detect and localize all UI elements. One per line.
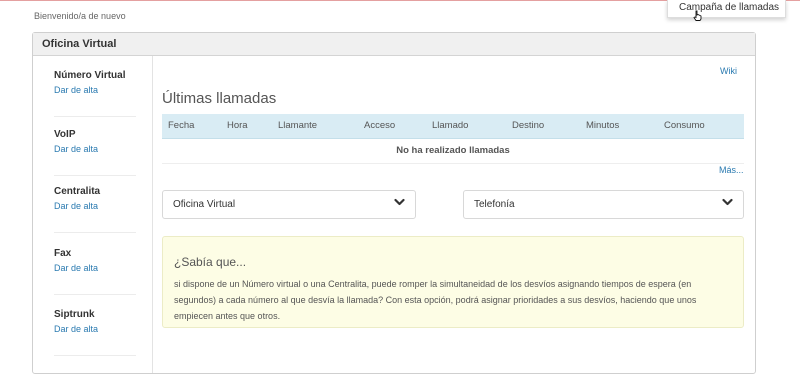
column-header-llamado: Llamado	[432, 120, 469, 131]
sidebar-item-fax: Fax Dar de alta	[54, 248, 136, 295]
select-value: Telefonía	[474, 199, 515, 210]
sidebar-item-siptrunk: Siptrunk Dar de alta	[54, 309, 136, 356]
sidebar-item-title: Siptrunk	[54, 309, 95, 320]
chevron-down-icon	[722, 198, 733, 206]
column-header-destino: Destino	[512, 120, 545, 131]
select-oficina-virtual[interactable]: Oficina Virtual	[162, 190, 416, 219]
sidebar-link-alta-siptrunk[interactable]: Dar de alta	[54, 324, 136, 334]
select-value: Oficina Virtual	[173, 199, 236, 210]
panel-title: Oficina Virtual	[33, 33, 755, 56]
calls-table-header: Fecha Hora Llamante Acceso Llamado Desti…	[162, 114, 744, 139]
wiki-link[interactable]: Wiki	[720, 66, 737, 76]
tip-text: si dispone de un Número virtual o una Ce…	[174, 279, 697, 321]
sidebar-item-title: Centralita	[54, 186, 101, 197]
did-you-know-box: ¿Sabía que... si dispone de un Número vi…	[162, 236, 744, 328]
empty-table-message: No ha realizado llamadas	[162, 139, 744, 164]
sidebar-link-alta-centralita[interactable]: Dar de alta	[54, 201, 136, 211]
column-header-fecha: Fecha	[168, 120, 195, 131]
services-sidebar: Número Virtual Dar de alta VoIP Dar de a…	[33, 56, 153, 373]
tip-title: ¿Sabía que...	[174, 255, 247, 269]
more-link[interactable]: Más...	[719, 165, 744, 175]
sidebar-item-title: Número Virtual	[54, 70, 126, 81]
chevron-down-icon	[394, 198, 405, 206]
section-title: Últimas llamadas	[162, 90, 277, 107]
sidebar-item-title: VoIP	[54, 129, 76, 140]
column-header-acceso: Acceso	[364, 120, 396, 131]
sidebar-link-alta-voip[interactable]: Dar de alta	[54, 144, 136, 154]
sidebar-link-alta-numero-virtual[interactable]: Dar de alta	[54, 85, 136, 95]
sidebar-item-voip: VoIP Dar de alta	[54, 129, 136, 176]
sidebar-link-alta-fax[interactable]: Dar de alta	[54, 263, 136, 273]
sidebar-item-title: Fax	[54, 248, 72, 259]
hand-pointer-icon	[693, 10, 702, 21]
column-header-minutos: Minutos	[586, 120, 620, 131]
sidebar-item-numero-virtual: Número Virtual Dar de alta	[54, 70, 136, 117]
user-dropdown-menu[interactable]: Campaña de llamadas	[667, 0, 786, 18]
select-telefonia[interactable]: Telefonía	[463, 190, 744, 219]
column-header-hora: Hora	[227, 120, 248, 131]
sidebar-item-centralita: Centralita Dar de alta	[54, 186, 136, 233]
welcome-text: Bienvenido/a de nuevo	[34, 11, 126, 21]
column-header-llamante: Llamante	[278, 120, 318, 131]
column-header-consumo: Consumo	[664, 120, 705, 131]
